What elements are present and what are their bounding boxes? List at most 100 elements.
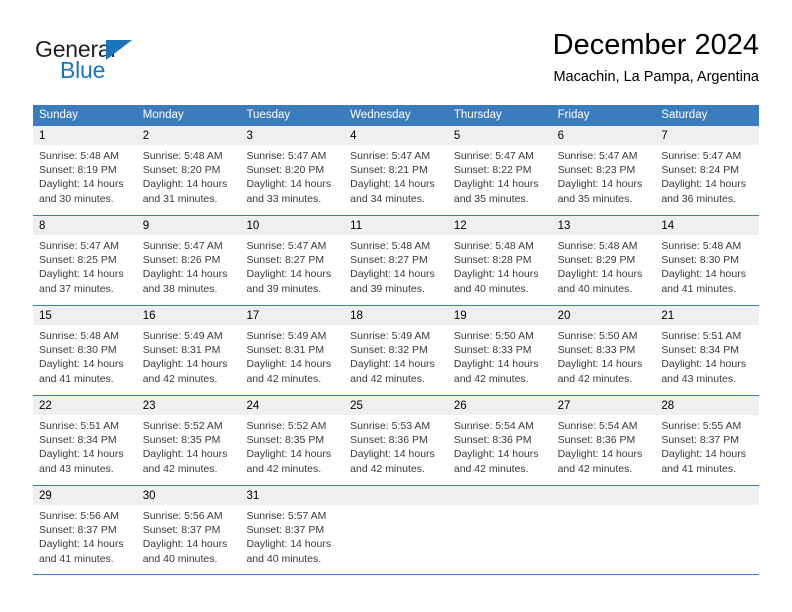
day-number-band: 3 — [240, 126, 345, 145]
day-details: Sunrise: 5:47 AM Sunset: 8:27 PM Dayligh… — [240, 235, 344, 296]
day-cell[interactable]: 25 Sunrise: 5:53 AM Sunset: 8:36 PM Dayl… — [344, 396, 448, 485]
daylight-text-line1: Daylight: 14 hours — [453, 448, 539, 461]
calendar-week-row: 1 Sunrise: 5:48 AM Sunset: 8:19 PM Dayli… — [33, 126, 760, 216]
day-details: Sunrise: 5:49 AM Sunset: 8:31 PM Dayligh… — [240, 325, 344, 386]
daylight-text-line2: and 39 minutes. — [350, 282, 425, 295]
sunset-text: Sunset: 8:23 PM — [557, 164, 636, 177]
daylight-text-line2: and 42 minutes. — [142, 372, 218, 385]
sunrise-text: Sunrise: 5:50 AM — [453, 330, 534, 342]
day-cell[interactable]: 13 Sunrise: 5:48 AM Sunset: 8:29 PM Dayl… — [551, 216, 656, 305]
sunrise-text: Sunrise: 5:48 AM — [39, 150, 119, 162]
day-cell[interactable]: 24 Sunrise: 5:52 AM Sunset: 8:35 PM Dayl… — [240, 396, 345, 485]
day-cell[interactable]: 27 Sunrise: 5:54 AM Sunset: 8:36 PM Dayl… — [551, 396, 656, 485]
daylight-text-line1: Daylight: 14 hours — [39, 448, 124, 461]
day-number: 3 — [246, 130, 253, 142]
day-cell-empty — [655, 486, 760, 574]
day-number: 21 — [661, 310, 675, 322]
day-number: 12 — [453, 220, 467, 232]
day-cell[interactable]: 5 Sunrise: 5:47 AM Sunset: 8:22 PM Dayli… — [447, 126, 552, 215]
day-number-band — [551, 486, 656, 505]
daylight-text-line2: and 33 minutes. — [246, 192, 322, 205]
day-cell[interactable]: 14 Sunrise: 5:48 AM Sunset: 8:30 PM Dayl… — [655, 216, 760, 305]
day-cell[interactable]: 29 Sunrise: 5:56 AM Sunset: 8:37 PM Dayl… — [33, 486, 137, 574]
weekday-header-tuesday: Tuesday — [246, 109, 291, 121]
sunset-text: Sunset: 8:31 PM — [246, 344, 325, 357]
day-details: Sunrise: 5:48 AM Sunset: 8:30 PM Dayligh… — [33, 325, 137, 386]
sunrise-text: Sunrise: 5:49 AM — [350, 330, 431, 342]
daylight-text-line1: Daylight: 14 hours — [557, 448, 643, 461]
page-subtitle: Macachin, La Pampa, Argentina — [553, 69, 759, 85]
daylight-text-line2: and 41 minutes. — [661, 282, 737, 295]
day-cell[interactable]: 10 Sunrise: 5:47 AM Sunset: 8:27 PM Dayl… — [240, 216, 345, 305]
daylight-text-line1: Daylight: 14 hours — [246, 538, 332, 551]
day-cell[interactable]: 4 Sunrise: 5:47 AM Sunset: 8:21 PM Dayli… — [344, 126, 448, 215]
day-number: 5 — [453, 130, 461, 142]
day-details: Sunrise: 5:52 AM Sunset: 8:35 PM Dayligh… — [137, 415, 241, 476]
daylight-text-line2: and 42 minutes. — [246, 462, 322, 475]
day-cell[interactable]: 7 Sunrise: 5:47 AM Sunset: 8:24 PM Dayli… — [655, 126, 760, 215]
day-cell[interactable]: 19 Sunrise: 5:50 AM Sunset: 8:33 PM Dayl… — [447, 306, 552, 395]
day-details: Sunrise: 5:47 AM Sunset: 8:25 PM Dayligh… — [33, 235, 137, 296]
day-number-band: 1 — [33, 126, 137, 145]
day-cell[interactable]: 17 Sunrise: 5:49 AM Sunset: 8:31 PM Dayl… — [240, 306, 345, 395]
daylight-text-line1: Daylight: 14 hours — [453, 178, 539, 191]
day-cell[interactable]: 26 Sunrise: 5:54 AM Sunset: 8:36 PM Dayl… — [447, 396, 552, 485]
day-cell[interactable]: 18 Sunrise: 5:49 AM Sunset: 8:32 PM Dayl… — [344, 306, 448, 395]
day-details: Sunrise: 5:48 AM Sunset: 8:20 PM Dayligh… — [137, 145, 241, 206]
weekday-header-thursday: Thursday — [453, 109, 502, 121]
day-cell[interactable]: 9 Sunrise: 5:47 AM Sunset: 8:26 PM Dayli… — [136, 216, 241, 305]
day-cell[interactable]: 22 Sunrise: 5:51 AM Sunset: 8:34 PM Dayl… — [33, 396, 137, 485]
day-cell[interactable]: 31 Sunrise: 5:57 AM Sunset: 8:37 PM Dayl… — [240, 486, 345, 574]
day-cell[interactable]: 20 Sunrise: 5:50 AM Sunset: 8:33 PM Dayl… — [551, 306, 656, 395]
day-cell[interactable]: 15 Sunrise: 5:48 AM Sunset: 8:30 PM Dayl… — [33, 306, 137, 395]
sunset-text: Sunset: 8:33 PM — [557, 344, 636, 357]
sunset-text: Sunset: 8:28 PM — [453, 254, 532, 267]
day-cell[interactable]: 3 Sunrise: 5:47 AM Sunset: 8:20 PM Dayli… — [240, 126, 345, 215]
day-number-band: 6 — [551, 126, 656, 145]
sunrise-text: Sunrise: 5:48 AM — [557, 240, 638, 252]
weekday-header-saturday: Saturday — [661, 109, 708, 121]
daylight-text-line1: Daylight: 14 hours — [350, 268, 435, 281]
day-cell[interactable]: 12 Sunrise: 5:48 AM Sunset: 8:28 PM Dayl… — [447, 216, 552, 305]
day-cell[interactable]: 11 Sunrise: 5:48 AM Sunset: 8:27 PM Dayl… — [344, 216, 448, 305]
calendar-week-row: 15 Sunrise: 5:48 AM Sunset: 8:30 PM Dayl… — [33, 306, 760, 396]
daylight-text-line2: and 35 minutes. — [557, 192, 633, 205]
sunrise-text: Sunrise: 5:57 AM — [246, 510, 327, 522]
daylight-text-line2: and 42 minutes. — [557, 372, 633, 385]
daylight-text-line2: and 42 minutes. — [350, 462, 425, 475]
weekday-header-sunday: Sunday — [39, 109, 79, 121]
daylight-text-line1: Daylight: 14 hours — [557, 268, 643, 281]
day-cell[interactable]: 1 Sunrise: 5:48 AM Sunset: 8:19 PM Dayli… — [33, 126, 137, 215]
day-number-band: 29 — [33, 486, 137, 505]
day-details: Sunrise: 5:56 AM Sunset: 8:37 PM Dayligh… — [33, 505, 137, 566]
day-cell[interactable]: 6 Sunrise: 5:47 AM Sunset: 8:23 PM Dayli… — [551, 126, 656, 215]
day-details: Sunrise: 5:48 AM Sunset: 8:30 PM Dayligh… — [655, 235, 759, 296]
day-cell[interactable]: 2 Sunrise: 5:48 AM Sunset: 8:20 PM Dayli… — [136, 126, 241, 215]
sunrise-text: Sunrise: 5:48 AM — [350, 240, 431, 252]
sunrise-text: Sunrise: 5:52 AM — [246, 420, 327, 432]
sunset-text: Sunset: 8:35 PM — [142, 434, 221, 447]
day-number: 13 — [557, 220, 571, 232]
day-number-band: 9 — [136, 216, 241, 235]
day-number: 28 — [661, 400, 675, 412]
day-cell[interactable]: 30 Sunrise: 5:56 AM Sunset: 8:37 PM Dayl… — [136, 486, 241, 574]
day-number-band: 21 — [655, 306, 760, 325]
day-cell[interactable]: 21 Sunrise: 5:51 AM Sunset: 8:34 PM Dayl… — [655, 306, 760, 395]
day-number-band: 28 — [655, 396, 760, 415]
day-details: Sunrise: 5:54 AM Sunset: 8:36 PM Dayligh… — [448, 415, 552, 476]
day-details: Sunrise: 5:51 AM Sunset: 8:34 PM Dayligh… — [655, 325, 759, 386]
day-number-band: 23 — [136, 396, 241, 415]
daylight-text-line2: and 41 minutes. — [39, 552, 114, 565]
daylight-text-line1: Daylight: 14 hours — [142, 268, 228, 281]
day-cell[interactable]: 28 Sunrise: 5:55 AM Sunset: 8:37 PM Dayl… — [655, 396, 760, 485]
day-cell[interactable]: 16 Sunrise: 5:49 AM Sunset: 8:31 PM Dayl… — [136, 306, 241, 395]
daylight-text-line1: Daylight: 14 hours — [661, 358, 746, 371]
day-details: Sunrise: 5:47 AM Sunset: 8:22 PM Dayligh… — [448, 145, 552, 206]
day-number: 16 — [142, 310, 156, 322]
daylight-text-line1: Daylight: 14 hours — [142, 178, 228, 191]
day-cell[interactable]: 8 Sunrise: 5:47 AM Sunset: 8:25 PM Dayli… — [33, 216, 137, 305]
sunset-text: Sunset: 8:22 PM — [453, 164, 532, 177]
daylight-text-line2: and 42 minutes. — [246, 372, 322, 385]
daylight-text-line1: Daylight: 14 hours — [142, 538, 228, 551]
day-cell[interactable]: 23 Sunrise: 5:52 AM Sunset: 8:35 PM Dayl… — [136, 396, 241, 485]
